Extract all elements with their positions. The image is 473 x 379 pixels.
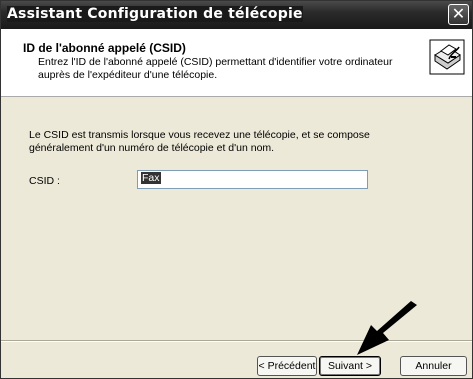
window-title: Assistant Configuration de télécopie bbox=[7, 6, 303, 22]
pointer-arrow-icon bbox=[357, 301, 417, 355]
csid-input[interactable]: Fax bbox=[137, 170, 368, 189]
fax-machine-icon bbox=[429, 39, 465, 75]
csid-info-text: Le CSID est transmis lorsque vous receve… bbox=[29, 129, 370, 154]
next-button[interactable]: Suivant > bbox=[319, 356, 381, 376]
close-button[interactable]: ✕ bbox=[448, 4, 469, 25]
header-title: ID de l'abonné appelé (CSID) bbox=[23, 41, 186, 55]
header-description: Entrez l'ID de l'abonné appelé (CSID) pe… bbox=[38, 56, 393, 81]
wizard-header: ID de l'abonné appelé (CSID) Entrez l'ID… bbox=[1, 29, 472, 97]
title-bar: Assistant Configuration de télécopie ✕ bbox=[1, 1, 472, 29]
csid-label: CSID : bbox=[29, 175, 60, 187]
close-icon: ✕ bbox=[451, 4, 466, 23]
csid-input-value: Fax bbox=[141, 172, 161, 184]
fax-config-wizard-window: Assistant Configuration de télécopie ✕ I… bbox=[0, 0, 473, 379]
cancel-button[interactable]: Annuler bbox=[400, 356, 467, 376]
previous-button[interactable]: < Précédent bbox=[257, 356, 317, 376]
